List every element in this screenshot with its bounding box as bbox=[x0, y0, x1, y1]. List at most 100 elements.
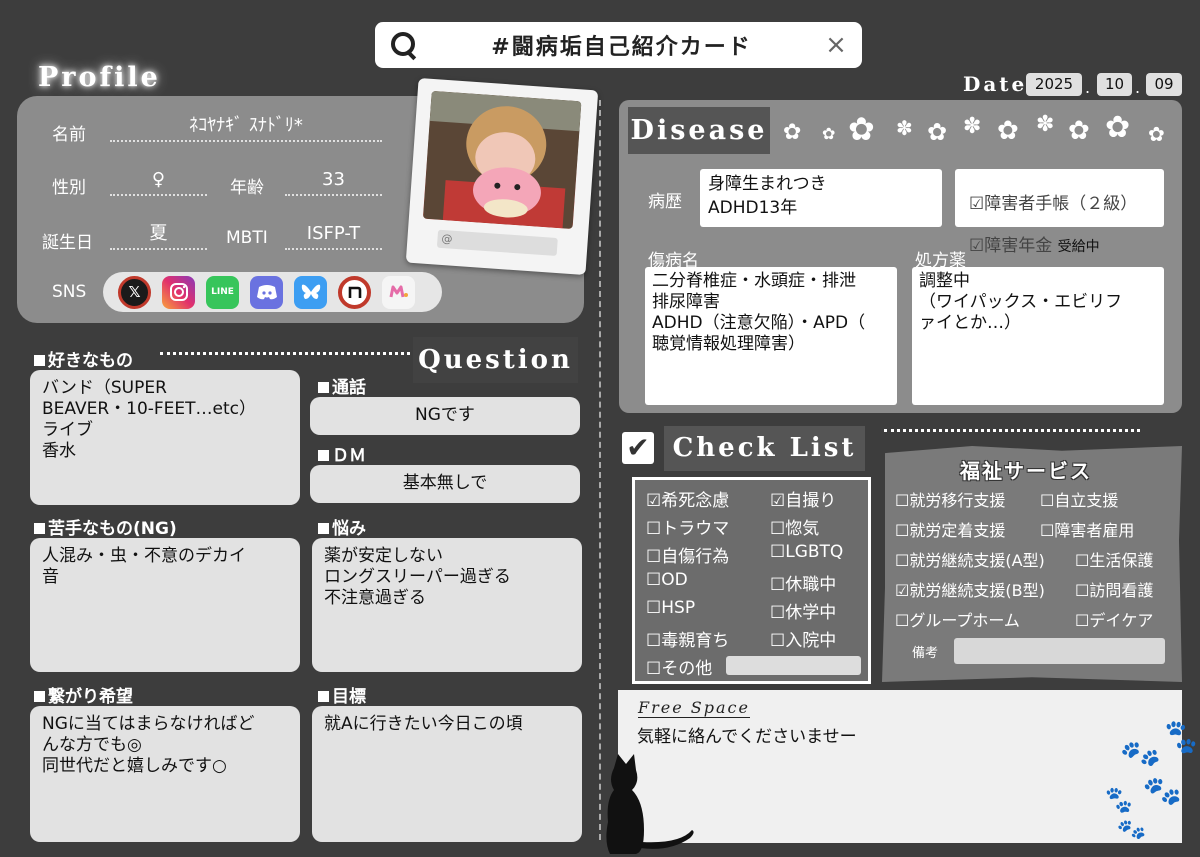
date-label: Date bbox=[963, 72, 1028, 96]
checklist-tag: Check List bbox=[664, 426, 865, 471]
welfare-item[interactable]: ☐就労継続支援(A型) bbox=[895, 547, 1045, 571]
mbti-label: MBTI bbox=[226, 228, 268, 248]
sns-label: SNS bbox=[52, 282, 87, 302]
likes-header: 好きなもの bbox=[34, 346, 133, 371]
welfare-item[interactable]: ☐自立支援 bbox=[1040, 487, 1118, 511]
welfare-item[interactable]: ☐障害者雇用 bbox=[1040, 517, 1134, 541]
checklist-item[interactable]: ☐LGBTQ bbox=[770, 542, 843, 562]
checklist-item[interactable]: ☐休職中 bbox=[770, 570, 836, 595]
mbti-value: ISFP-T bbox=[285, 220, 382, 250]
flower-icon: ✽ bbox=[1036, 112, 1055, 137]
checklist-item[interactable]: ☑自撮り bbox=[770, 486, 836, 511]
paw-icon: 🐾 bbox=[1141, 771, 1185, 812]
welfare-item[interactable]: ☐グループホーム bbox=[895, 607, 1020, 631]
date-day: 09 bbox=[1146, 73, 1182, 96]
connect-card: NGに当てはまらなければど んな方でも◎ 同世代だと嬉しみです○ bbox=[30, 706, 300, 842]
pension-status: 受給中 bbox=[1057, 239, 1100, 255]
misskey-icon[interactable] bbox=[382, 275, 415, 309]
x-icon[interactable]: 𝕏 bbox=[118, 275, 151, 309]
welfare-item[interactable]: ☐就労定着支援 bbox=[895, 517, 1005, 541]
flower-icon: ✿ bbox=[783, 120, 802, 145]
search-text: #闘病垢自己紹介カード bbox=[491, 35, 752, 60]
diagnosis-value: 二分脊椎症・水頭症・排泄 排尿障害 ADHD（注意欠陥）・APD（ 聴覚情報処理… bbox=[645, 267, 897, 405]
goal-header: 目標 bbox=[318, 682, 366, 707]
checklist-item[interactable]: ☐惚気 bbox=[770, 514, 819, 539]
profile-photo-frame: @ bbox=[405, 77, 599, 276]
dm-header: ＤＭ bbox=[318, 441, 366, 466]
connect-header: 繋がり希望 bbox=[34, 682, 133, 707]
free-space-label: Free Space bbox=[638, 698, 750, 718]
profile-title: Profile bbox=[38, 62, 161, 93]
flower-icon: ✿ bbox=[822, 124, 836, 143]
checklist-item[interactable]: ☐その他 bbox=[646, 654, 712, 679]
note-input[interactable] bbox=[954, 638, 1165, 664]
dislikes-card: 人混み・虫・不意のデカイ 音 bbox=[30, 538, 300, 672]
flower-icon: ✽ bbox=[963, 114, 982, 139]
certificates-box: ☑障害者手帳（２級） ☑障害年金 受給中 bbox=[955, 169, 1164, 256]
search-bar[interactable]: #闘病垢自己紹介カード × bbox=[375, 22, 862, 68]
other-input[interactable] bbox=[726, 656, 861, 675]
bluesky-icon[interactable] bbox=[294, 275, 327, 309]
welfare-item[interactable]: ☐デイケア bbox=[1075, 607, 1153, 631]
dotted-divider bbox=[160, 351, 410, 355]
photo-caption: @ bbox=[436, 229, 558, 257]
flower-icon: ✿ bbox=[927, 118, 948, 146]
meds-value: 調整中 （ワイパックス・エビリフ ァイとか…） bbox=[912, 267, 1164, 405]
free-space-text: 気軽に絡んでくださいませー bbox=[637, 727, 857, 747]
goal-card: 就Aに行きたい今日この頃 bbox=[312, 706, 582, 842]
dm-value: 基本無しで bbox=[310, 465, 580, 503]
note-label: 備考 bbox=[912, 646, 939, 661]
checklist-item[interactable]: ☐OD bbox=[646, 570, 688, 590]
sns-bar: 𝕏 LINE bbox=[103, 272, 442, 312]
flower-icon: ✽ bbox=[896, 116, 913, 140]
dotted-divider bbox=[884, 428, 1140, 432]
worry-card: 薬が安定しない ロングスリーパー過ぎる 不注意過ぎる bbox=[312, 538, 582, 672]
line-icon[interactable]: LINE bbox=[206, 275, 239, 309]
close-icon[interactable]: × bbox=[824, 30, 848, 60]
birthday-label: 誕生日 bbox=[42, 233, 93, 253]
welfare-item[interactable]: ☑就労継続支援(B型) bbox=[895, 577, 1045, 601]
flower-icon: ✿ bbox=[1105, 110, 1131, 145]
disability-card-checkbox[interactable]: ☑障害者手帳（２級） bbox=[969, 194, 1150, 215]
welfare-item[interactable]: ☐訪問看護 bbox=[1075, 577, 1153, 601]
date-separator: . bbox=[1085, 78, 1091, 97]
flower-icon: ✿ bbox=[1068, 116, 1090, 146]
paw-icon: 🐾 bbox=[1101, 783, 1137, 817]
checklist-item[interactable]: ☐自傷行為 bbox=[646, 542, 729, 567]
flower-icon: ✿ bbox=[848, 110, 875, 148]
age-label: 年齢 bbox=[230, 178, 264, 198]
flower-icon: ✿ bbox=[997, 116, 1019, 146]
checklist-item[interactable]: ☐毒親育ち bbox=[646, 626, 729, 651]
welfare-title: 福祉サービス bbox=[960, 459, 1092, 483]
worry-header: 悩み bbox=[318, 514, 366, 539]
dislikes-header: 苦手なもの(NG) bbox=[34, 514, 177, 539]
call-value: NGです bbox=[310, 397, 580, 435]
checklist-item[interactable]: ☑希死念慮 bbox=[646, 486, 729, 511]
welfare-item[interactable]: ☐生活保護 bbox=[1075, 547, 1153, 571]
discord-icon[interactable] bbox=[250, 275, 283, 309]
birthday-value: 夏 bbox=[110, 220, 207, 250]
search-icon bbox=[389, 30, 419, 60]
checklist-item[interactable]: ☐トラウマ bbox=[646, 514, 729, 539]
note-icon[interactable] bbox=[338, 275, 371, 309]
date-month: 10 bbox=[1097, 73, 1132, 96]
history-value: 身障生まれつき ADHD13年 bbox=[700, 169, 942, 227]
age-value: 33 bbox=[285, 166, 382, 196]
column-divider bbox=[599, 100, 601, 840]
question-tag: Question bbox=[413, 337, 578, 383]
history-label: 病歴 bbox=[648, 192, 682, 212]
name-value: ﾈｺﾔﾅｷﾞ ｽﾅﾄﾞﾘ* bbox=[110, 112, 382, 142]
cat-icon bbox=[606, 754, 694, 854]
gender-value: ♀ bbox=[110, 166, 207, 196]
checklist-item[interactable]: ☐入院中 bbox=[770, 626, 836, 651]
check-icon: ✔ bbox=[622, 432, 654, 464]
gender-label: 性別 bbox=[52, 178, 86, 198]
name-label: 名前 bbox=[52, 125, 86, 145]
likes-card: バンド（SUPER BEAVER・10-FEET…etc） ライブ 香水 bbox=[30, 370, 300, 505]
welfare-item[interactable]: ☐就労移行支援 bbox=[895, 487, 1005, 511]
instagram-icon[interactable] bbox=[162, 275, 195, 309]
disability-pension-checkbox[interactable]: ☑障害年金 bbox=[969, 236, 1052, 256]
checklist-item[interactable]: ☐休学中 bbox=[770, 598, 836, 623]
flower-icon: ✿ bbox=[1148, 122, 1165, 146]
checklist-item[interactable]: ☐HSP bbox=[646, 598, 695, 618]
